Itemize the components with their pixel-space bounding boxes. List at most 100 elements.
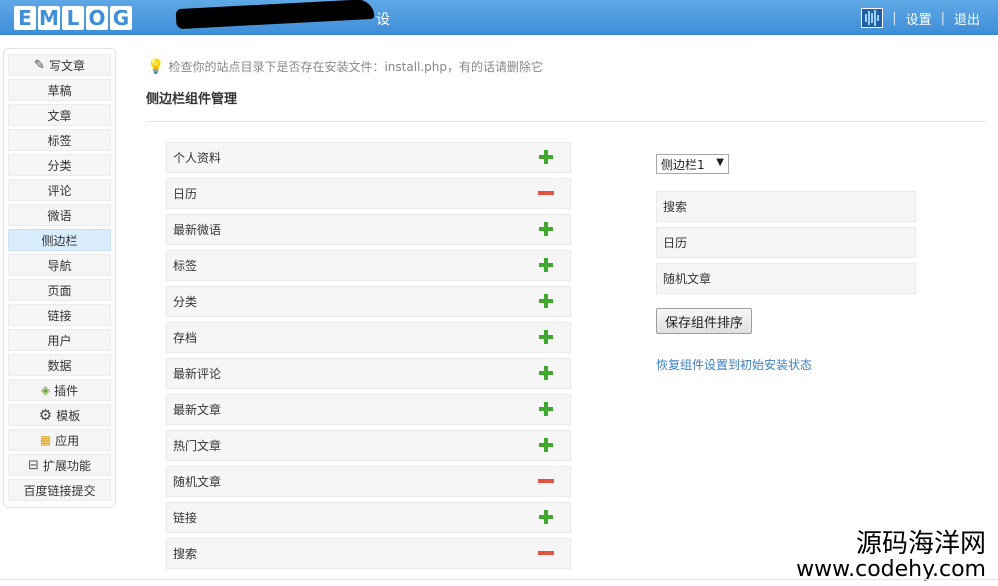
sidebar-item-data[interactable]: 数据 (8, 354, 111, 376)
sidebar-item-templates[interactable]: ⚙ 模板 (8, 404, 111, 426)
add-icon[interactable] (538, 149, 554, 165)
sidebar-item-write[interactable]: ✎ 写文章 (8, 54, 111, 76)
widget-label: 最新评论 (173, 367, 222, 381)
widget-row-profile[interactable]: 个人资料 (166, 142, 571, 173)
sidebar-item-label: 导航 (47, 258, 72, 273)
active-widget-list: 搜索 日历 随机文章 (656, 191, 916, 294)
sidebar-item-label: 插件 (54, 383, 79, 398)
add-icon[interactable] (538, 365, 554, 381)
plugin-icon: ◈ (40, 383, 51, 397)
sidebar-item-users[interactable]: 用户 (8, 329, 111, 351)
avatar[interactable] (861, 8, 884, 28)
remove-icon[interactable] (538, 473, 554, 489)
sidebar-item-label: 草稿 (47, 83, 72, 98)
lightbulb-icon: 💡 (147, 58, 165, 75)
sidebar-item-plugins[interactable]: ◈ 插件 (8, 379, 111, 401)
widget-label: 存档 (173, 331, 198, 345)
widget-row-latest-twitter[interactable]: 最新微语 (166, 214, 571, 245)
sidebar-item-baidu-submit[interactable]: 百度链接提交 (8, 479, 111, 501)
app-icon: ▦ (39, 433, 52, 447)
sidebar-item-label: 分类 (47, 158, 72, 173)
sidebar-item-categories[interactable]: 分类 (8, 154, 111, 176)
separator: | (892, 10, 897, 26)
sidebar-nav: ✎ 写文章 草稿 文章 标签 分类 评论 微语 侧边栏 导航 页面 链接 用户 … (3, 48, 116, 508)
add-icon[interactable] (538, 221, 554, 237)
add-icon[interactable] (538, 257, 554, 273)
widget-row-latest-comments[interactable]: 最新评论 (166, 358, 571, 389)
active-sidebar-panel: 侧边栏1 ▼ 搜索 日历 随机文章 保存组件排序 恢复组件设置到初始安装状态 (656, 154, 916, 373)
chevron-down-icon: ▼ (716, 157, 724, 168)
sidebar-item-navigation[interactable]: 导航 (8, 254, 111, 276)
widget-row-links[interactable]: 链接 (166, 502, 571, 533)
widget-label: 搜索 (173, 547, 198, 561)
widget-label: 标签 (173, 259, 198, 273)
reset-widgets-link[interactable]: 恢复组件设置到初始安装状态 (656, 356, 916, 373)
separator: | (940, 10, 945, 26)
divider (146, 121, 986, 122)
remove-icon[interactable] (538, 545, 554, 561)
pen-icon: ✎ (34, 57, 45, 73)
widget-row-calendar[interactable]: 日历 (166, 178, 571, 209)
collapse-icon: ⊟ (28, 457, 39, 473)
save-order-button[interactable]: 保存组件排序 (656, 308, 752, 334)
header-actions: | 设置 | 退出 (861, 8, 980, 28)
gear-icon: ⚙ (38, 406, 53, 424)
add-icon[interactable] (538, 293, 554, 309)
widget-row-hot-articles[interactable]: 热门文章 (166, 430, 571, 461)
site-title-text: 设 (376, 12, 390, 28)
sidebar-item-label: 侧边栏 (41, 233, 78, 248)
select-value: 侧边栏1 (661, 157, 705, 172)
sidebar-item-label: 写文章 (48, 58, 85, 73)
tip-text: 检查你的站点目录下是否存在安装文件：install.php，有的话请删除它 (168, 60, 544, 74)
sidebar-item-drafts[interactable]: 草稿 (8, 79, 111, 101)
logout-link[interactable]: 退出 (954, 9, 980, 28)
widget-label: 个人资料 (173, 151, 222, 165)
sidebar-item-pages[interactable]: 页面 (8, 279, 111, 301)
sidebar-item-tags[interactable]: 标签 (8, 129, 111, 151)
widget-label: 最新微语 (173, 223, 222, 237)
watermark: 源码海洋网 www.codehy.com (796, 530, 986, 582)
sidebar-select[interactable]: 侧边栏1 ▼ (656, 154, 729, 174)
install-tip: 💡 检查你的站点目录下是否存在安装文件：install.php，有的话请删除它 (147, 58, 543, 75)
widget-row-categories[interactable]: 分类 (166, 286, 571, 317)
sidebar-item-articles[interactable]: 文章 (8, 104, 111, 126)
active-widget-row[interactable]: 随机文章 (656, 263, 916, 294)
sidebar-item-links[interactable]: 链接 (8, 304, 111, 326)
widget-row-tags[interactable]: 标签 (166, 250, 571, 281)
add-icon[interactable] (538, 509, 554, 525)
available-widgets: 个人资料 日历 最新微语 标签 分类 存档 最新评论 最新文章 热门文章 随机文… (166, 142, 571, 574)
sidebar-item-label: 评论 (47, 183, 72, 198)
sidebar-item-comments[interactable]: 评论 (8, 179, 111, 201)
add-icon[interactable] (538, 437, 554, 453)
sidebar-item-label: 扩展功能 (42, 458, 91, 473)
settings-link[interactable]: 设置 (906, 9, 932, 28)
active-widget-row[interactable]: 搜索 (656, 191, 916, 222)
sidebar-item-label: 标签 (47, 133, 72, 148)
watermark-title: 源码海洋网 (855, 529, 986, 559)
add-icon[interactable] (538, 329, 554, 345)
page-title: 侧边栏组件管理 (146, 92, 238, 107)
active-widget-row[interactable]: 日历 (656, 227, 916, 258)
active-widget-label: 日历 (663, 236, 688, 250)
sidebar-item-twitter[interactable]: 微语 (8, 204, 111, 226)
widget-label: 分类 (173, 295, 198, 309)
sidebar-item-label: 文章 (47, 108, 72, 123)
add-icon[interactable] (538, 401, 554, 417)
sidebar-item-sidebar[interactable]: 侧边栏 (8, 229, 111, 251)
widget-label: 随机文章 (173, 475, 222, 489)
top-header: EMLOG 设 | 设置 | 退出 (0, 0, 998, 35)
sidebar-item-apps[interactable]: ▦ 应用 (8, 429, 111, 451)
widget-row-search[interactable]: 搜索 (166, 538, 571, 569)
emlog-logo[interactable]: EMLOG (14, 6, 132, 30)
remove-icon[interactable] (538, 185, 554, 201)
active-widget-label: 搜索 (663, 200, 688, 214)
sidebar-item-extensions[interactable]: ⊟ 扩展功能 (8, 454, 111, 476)
sidebar-item-label: 数据 (47, 358, 72, 373)
widget-row-latest-articles[interactable]: 最新文章 (166, 394, 571, 425)
sidebar-item-label: 页面 (47, 283, 72, 298)
widget-label: 链接 (173, 511, 198, 525)
widget-row-archive[interactable]: 存档 (166, 322, 571, 353)
sidebar-item-label: 用户 (47, 333, 72, 348)
divider (0, 579, 998, 580)
widget-row-random-articles[interactable]: 随机文章 (166, 466, 571, 497)
